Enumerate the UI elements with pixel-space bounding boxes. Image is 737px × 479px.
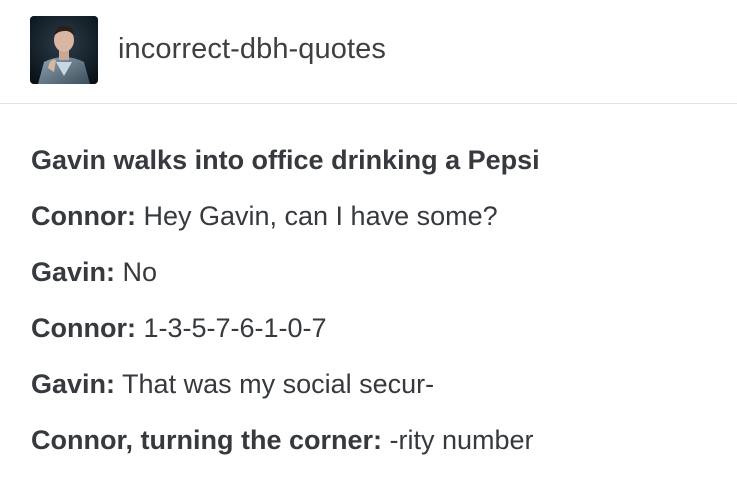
post-line: Connor: Hey Gavin, can I have some? — [31, 188, 721, 244]
post-line-text: That was my social secur- — [115, 369, 435, 399]
post-line-speaker: Connor, turning the corner: — [31, 425, 382, 455]
blog-avatar[interactable] — [30, 16, 98, 84]
post-line-text: -rity number — [382, 425, 534, 455]
post-line: Gavin: No — [31, 244, 721, 300]
post-line-speaker: Gavin: — [31, 369, 116, 399]
post-line: Gavin: That was my social secur- — [31, 356, 721, 412]
post-line: Gavin walks into office drinking a Pepsi — [31, 132, 721, 188]
post-line-text: Hey Gavin, can I have some? — [135, 201, 498, 231]
post-line: Connor, turning the corner: -rity number — [31, 412, 721, 468]
post-line-speaker: Connor: — [31, 313, 136, 343]
blog-header: incorrect-dbh-quotes — [0, 0, 737, 104]
post-line-text: 1-3-5-7-6-1-0-7 — [135, 313, 327, 343]
post-line-text: No — [115, 257, 158, 287]
post-line: Connor: 1-3-5-7-6-1-0-7 — [31, 300, 721, 356]
post-line-speaker: Connor: — [31, 201, 136, 231]
blog-name[interactable]: incorrect-dbh-quotes — [118, 33, 386, 66]
avatar-portrait-icon — [30, 16, 98, 84]
post-line-speaker: Gavin walks into office drinking a Pepsi — [31, 145, 540, 175]
post-line-speaker: Gavin: — [31, 257, 116, 287]
post-body: Gavin walks into office drinking a Pepsi… — [31, 132, 721, 468]
